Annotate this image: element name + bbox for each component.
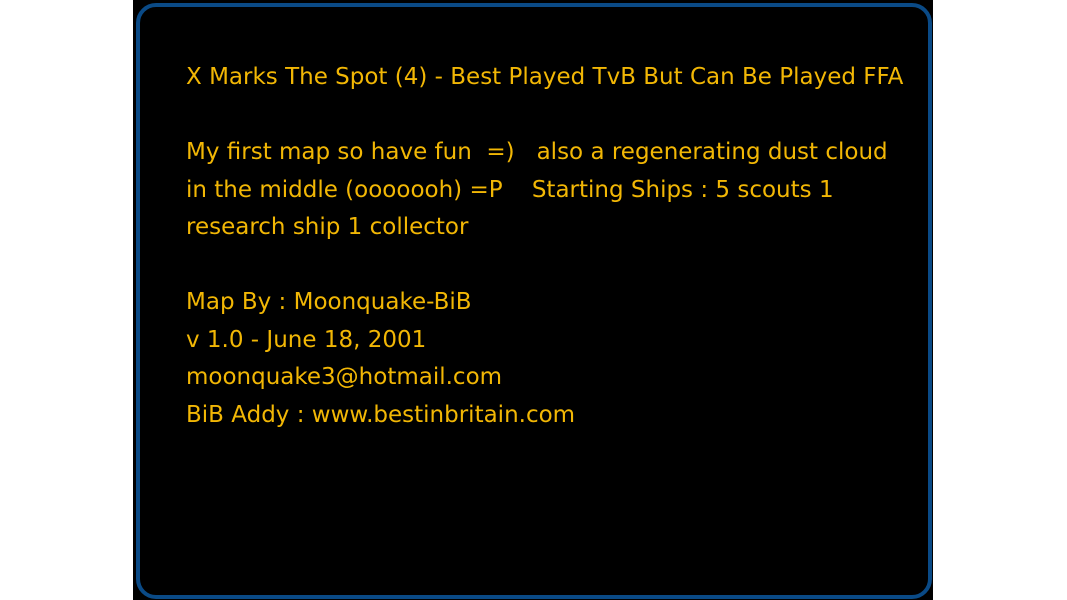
- game-screen: X Marks The Spot (4) - Best Played TvB B…: [133, 0, 933, 600]
- map-description: My first map so have fun =) also a regen…: [186, 139, 895, 240]
- author-email: moonquake3@hotmail.com: [186, 364, 503, 390]
- map-author: Map By : Moonquake-BiB: [186, 289, 472, 315]
- map-credits: Map By : Moonquake-BiB v 1.0 - June 18, …: [186, 284, 906, 434]
- map-description-text: X Marks The Spot (4) - Best Played TvB B…: [186, 59, 906, 434]
- map-title: X Marks The Spot (4) - Best Played TvB B…: [186, 64, 904, 90]
- map-version: v 1.0 - June 18, 2001: [186, 326, 427, 353]
- map-description-panel: X Marks The Spot (4) - Best Played TvB B…: [136, 3, 932, 599]
- author-website: BiB Addy : www.bestinbritain.com: [186, 401, 576, 428]
